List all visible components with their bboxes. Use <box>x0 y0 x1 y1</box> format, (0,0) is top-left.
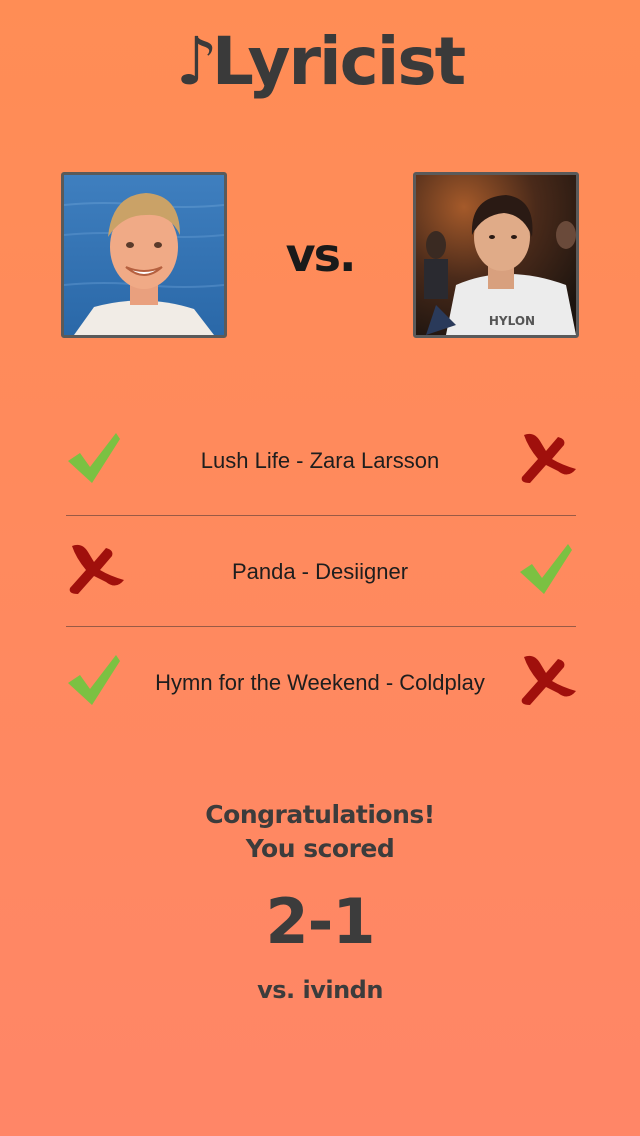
result-panel: Congratulations! You scored 2-1 vs. ivin… <box>0 798 640 1006</box>
app-logo: ♪Lyricist <box>0 22 640 102</box>
song-title: Hymn for the Weekend - Coldplay <box>155 670 485 695</box>
you-scored-text: You scored <box>245 834 395 863</box>
song-title: Lush Life - Zara Larsson <box>200 448 440 473</box>
players-header: vs. HYLON <box>0 172 640 338</box>
opponent-name[interactable]: vs. ivindn <box>0 974 640 1006</box>
cross-icon <box>62 538 126 598</box>
song-title: Panda - Desiigner <box>231 559 409 584</box>
svg-text:HYLON: HYLON <box>489 314 535 328</box>
round-row: Lush Life - Zara Larsson <box>0 405 640 516</box>
player-avatar[interactable] <box>61 172 227 338</box>
congratulations-text: Congratulations! <box>205 800 435 829</box>
opponent-avatar[interactable]: HYLON <box>413 172 579 338</box>
cross-icon <box>514 649 578 709</box>
round-row: Hymn for the Weekend - Coldplay <box>0 627 640 738</box>
cross-icon <box>514 427 578 487</box>
check-icon <box>514 538 578 598</box>
rounds-list: Lush Life - Zara Larsson Panda - Desiign… <box>0 405 640 738</box>
round-row: Panda - Desiigner <box>0 516 640 627</box>
vs-label: vs. <box>285 228 357 282</box>
final-score: 2-1 <box>265 885 375 958</box>
check-icon <box>62 427 126 487</box>
check-icon <box>62 649 126 709</box>
music-note-icon: ♪ <box>175 23 218 100</box>
app-title: Lyricist <box>211 23 466 100</box>
